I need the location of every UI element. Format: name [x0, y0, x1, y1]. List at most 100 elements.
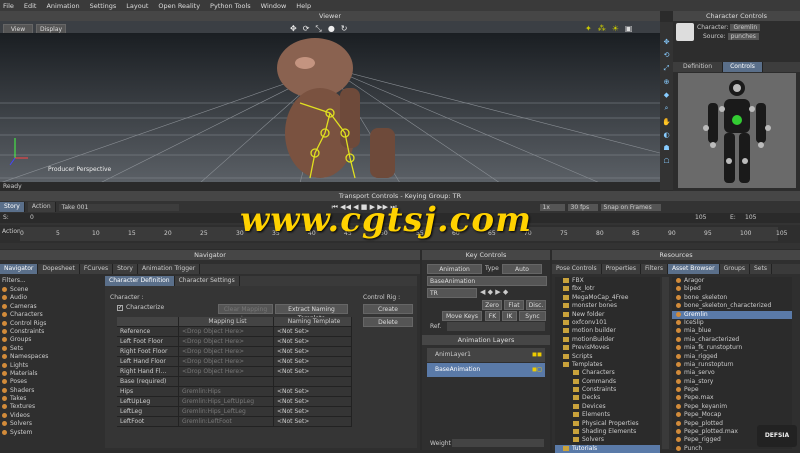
folder-item[interactable]: Tutorials	[555, 444, 660, 453]
tree-item[interactable]: Audio	[2, 294, 102, 302]
zero-button[interactable]: Zero	[482, 300, 502, 310]
mapping-table[interactable]: Mapping List Naming Template Reference <D…	[117, 317, 352, 427]
asset-item[interactable]: mia_rigged	[672, 353, 792, 361]
folder-item[interactable]: fbx_lotr	[555, 285, 660, 293]
isolate-icon[interactable]: ◐	[663, 131, 669, 139]
folder-item[interactable]: Constraints	[555, 386, 660, 394]
mapping-row[interactable]: Right Hand Fl... <Drop Object Here> <Not S…	[117, 367, 352, 377]
tab-pose-controls[interactable]: Pose Controls	[552, 264, 602, 274]
tree-item[interactable]: Constraints	[2, 328, 102, 336]
asset-item[interactable]: mia_runstopturn	[672, 361, 792, 369]
slot-mapping[interactable]: Gremlin:Hips	[179, 387, 274, 397]
menu-layout[interactable]: Layout	[126, 2, 148, 10]
full-body-icon[interactable]: ☗	[663, 144, 669, 152]
tree-item[interactable]: Lights	[2, 362, 102, 370]
asset-item[interactable]: Pepe_keyanim	[672, 403, 792, 411]
menu-file[interactable]: File	[3, 2, 14, 10]
slot-template[interactable]: <Not Set>	[274, 337, 352, 347]
mapping-row[interactable]: Left Foot Floor <Drop Object Here> <Not Se…	[117, 337, 352, 347]
character-body-map[interactable]	[678, 73, 796, 188]
asset-item[interactable]: IceSlip	[672, 319, 792, 327]
character-icon[interactable]	[676, 23, 694, 41]
character-select[interactable]: Gremlin	[730, 24, 761, 31]
tree-item[interactable]: Characters	[2, 311, 102, 319]
scale-icon[interactable]: ⤢	[664, 64, 670, 73]
fps-select[interactable]: 30 fps	[567, 203, 598, 211]
scene-tree[interactable]: Scene Audio Cameras Characters Control Rigs C…	[2, 286, 102, 437]
folder-item[interactable]: Physical Properties	[555, 420, 660, 428]
folder-scrollbar[interactable]	[662, 277, 669, 449]
slot-mapping[interactable]: <Drop Object Here>	[179, 337, 274, 347]
type-select[interactable]: Auto	[502, 264, 542, 274]
viewport-scene[interactable]	[0, 33, 660, 183]
asset-item[interactable]: Aragor	[672, 277, 792, 285]
keyframe-icon[interactable]: ◆	[664, 91, 669, 99]
folder-item[interactable]: PrevisMoves	[555, 344, 660, 352]
move-tool-icon[interactable]: ✥	[290, 24, 297, 36]
tree-item[interactable]: Namespaces	[2, 353, 102, 361]
current-frame-field[interactable]: 105	[695, 213, 706, 223]
mapping-row[interactable]: LeftUpLeg Gremlin:Hips_LeftUpLeg <Not Set>	[117, 397, 352, 407]
mapping-row[interactable]: Hips Gremlin:Hips <Not Set>	[117, 387, 352, 397]
asset-item[interactable]: biped	[672, 285, 792, 293]
folder-item[interactable]: Elements	[555, 411, 660, 419]
tree-item[interactable]: Videos	[2, 412, 102, 420]
tree-item[interactable]: Textures	[2, 403, 102, 411]
slot-mapping[interactable]	[179, 377, 274, 387]
tab-animation-trigger[interactable]: Animation Trigger	[137, 264, 201, 274]
menu-help[interactable]: Help	[296, 2, 311, 10]
tab-character-settings[interactable]: Character Settings	[174, 276, 240, 286]
tree-item[interactable]: Takes	[2, 395, 102, 403]
folder-item[interactable]: Characters	[555, 369, 660, 377]
asset-item[interactable]: mia_story	[672, 378, 792, 386]
sun-icon[interactable]: ☀	[612, 24, 619, 36]
folder-item[interactable]: oxfconv101	[555, 319, 660, 327]
sync-button[interactable]: Sync	[519, 311, 546, 321]
tree-item[interactable]: Solvers	[2, 420, 102, 428]
tab-dopesheet[interactable]: Dopesheet	[38, 264, 80, 274]
weight-slider[interactable]	[452, 439, 544, 447]
menu-edit[interactable]: Edit	[24, 2, 37, 10]
slot-mapping[interactable]: <Drop Object Here>	[179, 357, 274, 367]
speed-select[interactable]: 1x	[539, 203, 565, 211]
folder-item[interactable]: FBX	[555, 277, 660, 285]
folder-item[interactable]: Shading Elements	[555, 428, 660, 436]
tab-sets[interactable]: Sets	[749, 264, 772, 274]
ref-field[interactable]	[447, 322, 545, 331]
folder-tree[interactable]: FBX fbx_lotr MegaMoCap_4Free monster bones N…	[555, 277, 660, 453]
mapping-row[interactable]: Left Hand Floor <Drop Object Here> <Not Se…	[117, 357, 352, 367]
tab-controls[interactable]: Controls	[723, 62, 763, 72]
rotate-tool-icon[interactable]: ⟳	[303, 24, 310, 36]
tab-filters[interactable]: Filters	[640, 264, 668, 274]
folder-item[interactable]: Decks	[555, 394, 660, 402]
asset-item[interactable]: mia_servo	[672, 369, 792, 377]
action-button[interactable]: Action	[27, 202, 56, 212]
folder-item[interactable]: monster bones	[555, 302, 660, 310]
snap-select[interactable]: Snap on Frames	[600, 203, 661, 211]
tab-properties[interactable]: Properties	[601, 264, 641, 274]
tab-definition[interactable]: Definition	[673, 62, 723, 72]
layer-base-animation[interactable]: BaseAnimation ◼◻	[427, 363, 545, 377]
slot-template[interactable]: <Not Set>	[274, 417, 352, 427]
pan-icon[interactable]: ✋	[662, 118, 671, 126]
menu-window[interactable]: Window	[261, 2, 287, 10]
folder-item[interactable]: New folder	[555, 311, 660, 319]
asset-list[interactable]: Aragor biped bone_skeleton bone_skeleton_ch…	[672, 277, 792, 452]
layer-anim-layer1[interactable]: AnimLayer1 ◼◼	[427, 348, 545, 362]
tree-item[interactable]: Cameras	[2, 303, 102, 311]
slot-mapping[interactable]: <Drop Object Here>	[179, 367, 274, 377]
asset-item[interactable]: Pepe.max	[672, 394, 792, 402]
tab-character-definition[interactable]: Character Definition	[105, 276, 175, 286]
body-part-icon[interactable]: ☖	[663, 157, 669, 165]
viewer-tools[interactable]: ✥ ⟳ ⤡ ● ↻	[290, 24, 380, 36]
tree-item[interactable]: Poses	[2, 378, 102, 386]
slot-mapping[interactable]: Gremlin:Hips_LeftLeg	[179, 407, 274, 417]
slot-mapping[interactable]: <Drop Object Here>	[179, 347, 274, 357]
viewer-options[interactable]: ✦ ⁂ ☀ ▣	[585, 24, 655, 36]
create-button[interactable]: Create	[363, 304, 413, 314]
story-button[interactable]: Story	[0, 202, 25, 212]
take-select[interactable]: Take 001	[58, 203, 179, 211]
slot-template[interactable]: <Not Set>	[274, 387, 352, 397]
menu-settings[interactable]: Settings	[90, 2, 117, 10]
folder-item[interactable]: Templates	[555, 361, 660, 369]
